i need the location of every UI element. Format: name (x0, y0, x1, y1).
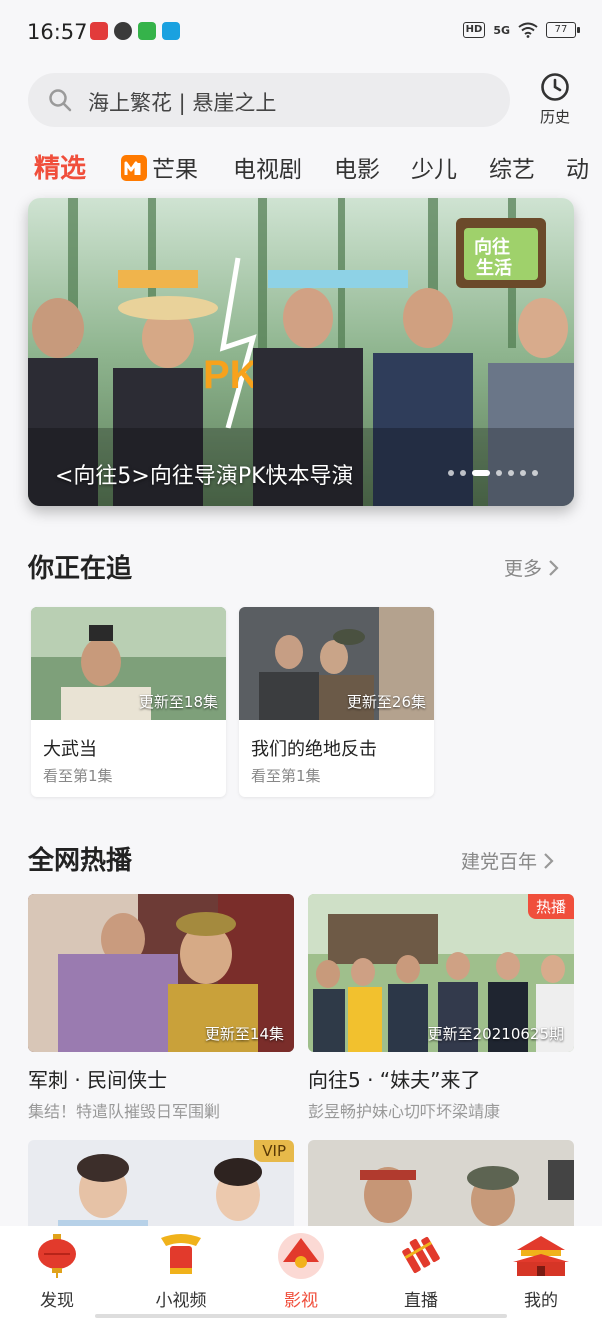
status-bar: 16:57 HD 5G 77 (0, 0, 602, 62)
hot-card-thumbnail: 更新至14集 (28, 894, 294, 1052)
continue-card[interactable]: 更新至18集 大武当 看至第1集 (31, 607, 226, 797)
tab-movies[interactable]: 电影 (334, 152, 380, 188)
update-badge: 更新至20210625期 (427, 1025, 564, 1043)
hot-card-subtitle: 集结！特遣队摧毁日军围剿 (28, 1102, 221, 1121)
svg-text:生活: 生活 (476, 257, 512, 279)
nav-label: 我的 (524, 1291, 558, 1311)
banner-caption: <向往5>向往导演PK快本导演 (55, 464, 354, 489)
gesture-bar[interactable] (95, 1314, 507, 1318)
hot-card[interactable]: 热播 更新至20210625期 向往5 · “妹夫”来了 彭昱畅护妹心切吓坏梁靖… (308, 894, 574, 1124)
continue-card-title: 大武当 (43, 739, 97, 760)
fan-icon (278, 1233, 324, 1279)
page-dot-active (472, 470, 490, 476)
continue-card[interactable]: 更新至26集 我们的绝地反击 看至第1集 (239, 607, 434, 797)
continue-card-progress: 看至第1集 (251, 767, 321, 785)
chevron-right-icon (544, 852, 554, 869)
update-badge: 更新至26集 (346, 693, 426, 711)
browser-icon (162, 22, 180, 40)
hot-section-more[interactable]: 建党百年 (461, 847, 555, 874)
nav-label: 直播 (404, 1291, 438, 1311)
wifi-icon (518, 22, 538, 38)
iqiyi-icon (138, 22, 156, 40)
battery-icon: 77 (546, 22, 580, 38)
page-dot (496, 470, 502, 476)
lantern-icon (38, 1234, 76, 1278)
vip-badge: VIP (254, 1140, 294, 1162)
hot-card-thumbnail: VIP (28, 1140, 294, 1226)
hot-card-thumbnail (308, 1140, 574, 1226)
update-badge: 更新至14集 (204, 1025, 284, 1043)
bottom-navigation: 发现 小视频 影视 直播 我的 (0, 1226, 602, 1322)
hero-banner[interactable]: PK 向往 生活 <向往5>向往导演PK快本导演 (28, 198, 574, 506)
page-dot (508, 470, 514, 476)
hot-card[interactable]: 更新至14集 军刺 · 民间侠士 集结！特遣队摧毁日军围剿 (28, 894, 294, 1124)
war-drama-poster-image (308, 1140, 574, 1226)
tab-featured[interactable]: 精选 (34, 152, 86, 187)
nav-label: 发现 (40, 1291, 74, 1311)
chevron-right-icon (549, 559, 559, 576)
page-dot (460, 470, 466, 476)
hot-card[interactable]: VIP (28, 1140, 294, 1226)
hd-indicator: HD (462, 22, 486, 38)
hot-card-subtitle: 彭昱畅护妹心切吓坏梁靖康 (308, 1102, 501, 1121)
wechat-icon (114, 22, 132, 40)
history-button[interactable]: 历史 (530, 70, 580, 130)
clock-icon (541, 73, 569, 101)
more-label: 更多 (504, 558, 543, 580)
svg-text:向往: 向往 (474, 236, 510, 258)
nav-label: 影视 (284, 1291, 318, 1311)
netease-music-icon (90, 22, 108, 40)
nav-label: 小视频 (155, 1291, 207, 1311)
continue-card-thumbnail: 更新至26集 (239, 607, 434, 720)
search-icon (49, 89, 72, 112)
continue-watching-more[interactable]: 更多 (504, 554, 560, 581)
hot-section-title: 全网热播 (28, 846, 133, 876)
page-dot (532, 470, 538, 476)
update-badge: 更新至18集 (138, 693, 218, 711)
status-time: 16:57 (27, 20, 88, 44)
continue-card-progress: 看至第1集 (43, 767, 113, 785)
tab-tv-series[interactable]: 电视剧 (233, 152, 302, 188)
tab-mango[interactable]: 芒果 (120, 152, 198, 188)
hot-card[interactable] (308, 1140, 574, 1226)
signal-icon: 5G (493, 23, 510, 37)
mango-logo-icon (121, 155, 147, 181)
tiananmen-icon (513, 1236, 569, 1276)
tab-mango-label: 芒果 (152, 157, 198, 183)
hot-card-title: 向往5 · “妹夫”来了 (308, 1068, 481, 1092)
tab-kids[interactable]: 少儿 (411, 152, 457, 188)
banner-pagination (448, 470, 538, 476)
page-dot (520, 470, 526, 476)
search-placeholder: 海上繁花 | 悬崖之上 (88, 91, 277, 115)
category-tabs: 精选 芒果 电视剧 电影 少儿 综艺 动 (34, 152, 602, 192)
tab-anime[interactable]: 动 (566, 152, 589, 188)
search-bar[interactable]: 海上繁花 | 悬崖之上 (28, 73, 510, 127)
notification-icons (90, 22, 180, 40)
hot-badge: 热播 (527, 894, 574, 919)
page-dot (448, 470, 454, 476)
tab-variety[interactable]: 综艺 (489, 152, 535, 188)
drum-icon (161, 1234, 201, 1274)
continue-card-title: 我们的绝地反击 (251, 739, 377, 760)
system-indicators: HD 5G 77 (462, 22, 580, 38)
history-label: 历史 (539, 108, 570, 126)
hot-card-thumbnail: 热播 更新至20210625期 (308, 894, 574, 1052)
continue-card-thumbnail: 更新至18集 (31, 607, 226, 720)
svg-text:PK: PK (203, 353, 259, 397)
firecracker-icon (402, 1236, 440, 1274)
continue-watching-title: 你正在追 (28, 554, 133, 584)
more-label: 建党百年 (461, 851, 538, 873)
hot-card-title: 军刺 · 民间侠士 (28, 1068, 168, 1092)
